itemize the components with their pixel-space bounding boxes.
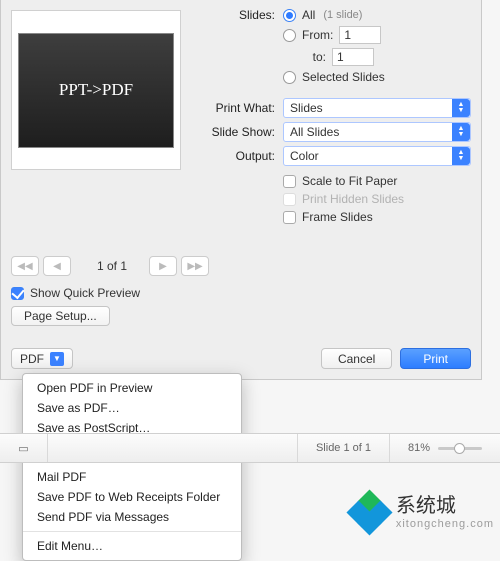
watermark-logo-icon xyxy=(350,493,390,533)
checkbox-hidden-label: Print Hidden Slides xyxy=(302,192,404,206)
checkbox-scale[interactable] xyxy=(283,175,296,188)
slide-count-hint: (1 slide) xyxy=(323,9,362,21)
pager-last-button[interactable]: ▶▶ xyxy=(181,256,209,276)
slide-thumbnail-text: PPT->PDF xyxy=(59,80,133,100)
pager-prev-button[interactable]: ◀ xyxy=(43,256,71,276)
slide-show-label: Slide Show: xyxy=(197,125,283,139)
checkbox-scale-label: Scale to Fit Paper xyxy=(302,174,397,188)
slide-show-select[interactable]: All Slides ▲▼ xyxy=(283,122,471,142)
watermark-sub: xitongcheng.com xyxy=(396,518,494,530)
chevron-down-icon: ▼ xyxy=(50,352,64,366)
menu-open-pdf-preview[interactable]: Open PDF in Preview xyxy=(23,378,241,398)
menu-edit[interactable]: Edit Menu… xyxy=(23,536,241,556)
menu-web-receipts[interactable]: Save PDF to Web Receipts Folder xyxy=(23,487,241,507)
menu-send-messages[interactable]: Send PDF via Messages xyxy=(23,507,241,527)
radio-all-label: All xyxy=(302,8,315,22)
output-select[interactable]: Color ▲▼ xyxy=(283,146,471,166)
status-zoom[interactable]: 81% xyxy=(390,434,500,462)
checkbox-frame-label: Frame Slides xyxy=(302,210,373,224)
print-dialog: PPT->PDF Slides: All (1 slide) From: 1 t… xyxy=(0,0,482,380)
slide-thumbnail: PPT->PDF xyxy=(18,33,174,148)
print-what-select[interactable]: Slides ▲▼ xyxy=(283,98,471,118)
status-views-button[interactable]: ▭ xyxy=(0,434,48,462)
menu-save-as-pdf[interactable]: Save as PDF… xyxy=(23,398,241,418)
from-label: From: xyxy=(302,28,333,42)
status-slide-indicator: Slide 1 of 1 xyxy=(298,434,390,462)
print-button[interactable]: Print xyxy=(400,348,471,369)
watermark: 系统城 xitongcheng.com xyxy=(350,493,494,533)
slides-label: Slides: xyxy=(197,8,283,22)
checkbox-quick-preview[interactable] xyxy=(11,287,24,300)
pager-next-button[interactable]: ▶ xyxy=(149,256,177,276)
radio-selected-label: Selected Slides xyxy=(302,70,385,84)
from-input[interactable]: 1 xyxy=(339,26,381,44)
checkbox-hidden xyxy=(283,193,296,206)
to-label: to: xyxy=(302,50,326,64)
preview-frame: PPT->PDF xyxy=(11,10,181,170)
radio-all[interactable] xyxy=(283,9,296,22)
chevron-updown-icon: ▲▼ xyxy=(452,123,470,141)
to-input[interactable]: 1 xyxy=(332,48,374,66)
pager-first-button[interactable]: ◀◀ xyxy=(11,256,39,276)
print-what-label: Print What: xyxy=(197,101,283,115)
chevron-updown-icon: ▲▼ xyxy=(452,99,470,117)
page-setup-button[interactable]: Page Setup... xyxy=(11,306,110,326)
zoom-slider[interactable] xyxy=(438,447,482,450)
checkbox-frame[interactable] xyxy=(283,211,296,224)
radio-from[interactable] xyxy=(283,29,296,42)
cancel-button[interactable]: Cancel xyxy=(321,348,392,369)
menu-mail-pdf[interactable]: Mail PDF xyxy=(23,467,241,487)
menu-separator xyxy=(23,531,241,532)
quick-preview-label: Show Quick Preview xyxy=(30,286,140,300)
pager-text: 1 of 1 xyxy=(97,259,127,273)
watermark-title: 系统城 xyxy=(396,496,494,516)
app-status-bar: ▭ Slide 1 of 1 81% xyxy=(0,433,500,463)
pdf-dropdown-button[interactable]: PDF ▼ xyxy=(11,348,73,369)
pdf-menu: Open PDF in Preview Save as PDF… Save as… xyxy=(22,373,242,561)
output-label: Output: xyxy=(197,149,283,163)
radio-selected[interactable] xyxy=(283,71,296,84)
chevron-updown-icon: ▲▼ xyxy=(452,147,470,165)
